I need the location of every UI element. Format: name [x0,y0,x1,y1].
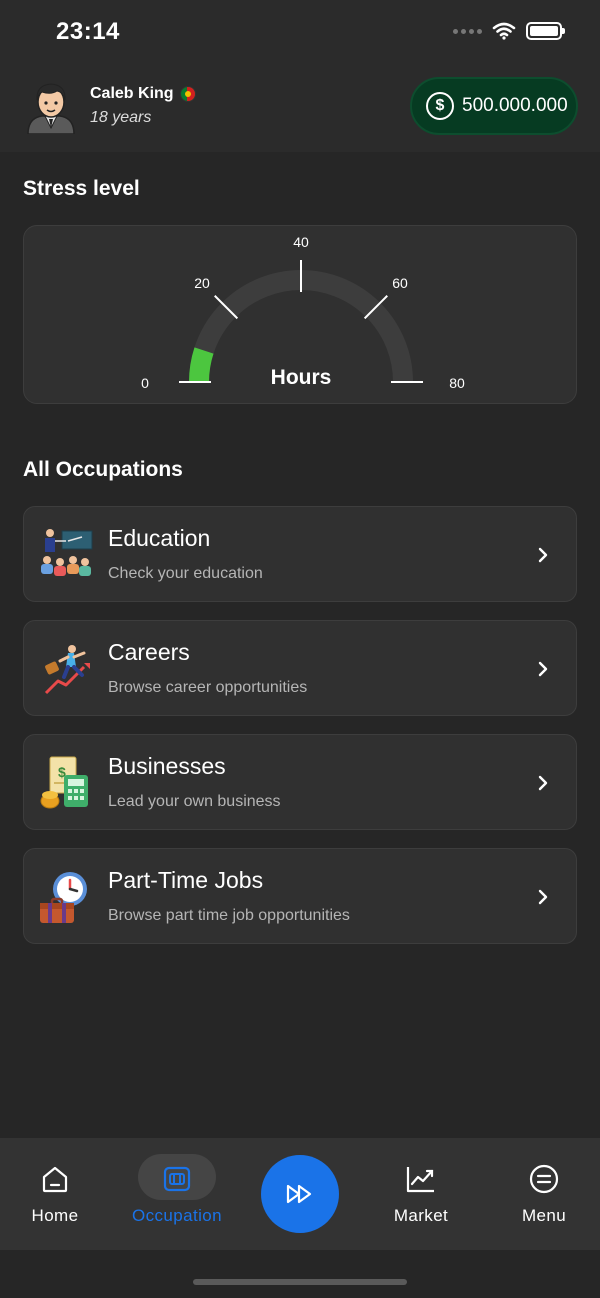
fast-forward-icon [286,1184,312,1204]
wifi-icon [492,22,516,40]
gauge-fill [189,347,214,383]
home-indicator[interactable] [193,1279,407,1285]
career-growth-icon [44,645,90,695]
occupation-title: Careers [108,639,190,665]
avatar[interactable] [24,78,78,134]
gauge-unit-label: Hours [271,366,332,389]
nav-label-home: Home [31,1206,79,1225]
occupation-card-careers[interactable]: Careers Browse career opportunities [23,620,577,716]
status-icons [453,22,565,40]
dollar-icon: $ [426,92,454,120]
status-bar: 23:14 [0,0,600,70]
nav-label-market: Market [393,1206,449,1225]
briefcase-clock-icon [40,872,87,923]
occupation-subtitle: Browse career opportunities [108,679,308,696]
gauge-tick-label: 60 [392,275,408,291]
occupation-title: Part-Time Jobs [108,867,264,893]
nav-label-occupation: Occupation [132,1206,222,1225]
player-age: 18 years [90,109,152,126]
occupation-subtitle: Lead your own business [108,793,281,810]
nav-item-market[interactable]: Market [366,1138,476,1250]
bottom-safe-area [0,1250,600,1298]
gauge-tick-label: 0 [141,375,149,391]
occupation-subtitle: Browse part time job opportunities [108,907,350,924]
player-name: Caleb King [90,85,174,102]
market-chart-icon [404,1162,438,1196]
occupation-card-businesses[interactable]: $ Businesses Lead your own business [23,734,577,830]
cellular-signal-icon [453,28,482,34]
status-time: 23:14 [56,18,120,45]
occupation-card-education[interactable]: Education Check your education [23,506,577,602]
chevron-right-icon [538,547,548,563]
chevron-right-icon [538,775,548,791]
occupation-subtitle: Check your education [108,565,263,582]
gauge-tick-label: 80 [449,375,465,391]
occupation-icon [160,1162,194,1196]
nav-item-occupation[interactable]: Occupation [122,1138,232,1250]
occupation-card-part-time-jobs[interactable]: Part-Time Jobs Browse part time job oppo… [23,848,577,944]
occupation-title: Businesses [108,753,226,779]
fast-forward-button[interactable] [261,1155,339,1233]
gauge-tick-label: 20 [194,275,210,291]
bottom-navigation: Home Occupation Market Menu [0,1138,600,1250]
balance-value: 500.000.000 [462,95,568,116]
nav-item-menu[interactable]: Menu [489,1138,599,1250]
nav-item-home[interactable]: Home [0,1138,110,1250]
player-name-row: Caleb King [90,85,196,103]
menu-icon [527,1162,561,1196]
stress-section-title: Stress level [23,177,140,200]
chevron-right-icon [538,889,548,905]
home-icon [38,1162,72,1196]
profile-header: Caleb King 18 years $ 500.000.000 [0,70,600,152]
battery-icon [526,22,565,40]
stress-gauge-card: 0 20 40 60 80 Hours [23,225,577,404]
portugal-flag-icon [179,86,196,102]
stress-gauge: 0 20 40 60 80 Hours [141,234,465,391]
occupation-title: Education [108,525,211,551]
occupations-section-title: All Occupations [23,458,183,481]
classroom-icon [41,529,93,576]
chevron-right-icon [538,661,548,677]
balance-button[interactable]: $ 500.000.000 [410,77,578,135]
gauge-tick-label: 40 [293,234,309,250]
nav-label-menu: Menu [521,1206,567,1225]
business-finance-icon: $ [40,756,88,809]
